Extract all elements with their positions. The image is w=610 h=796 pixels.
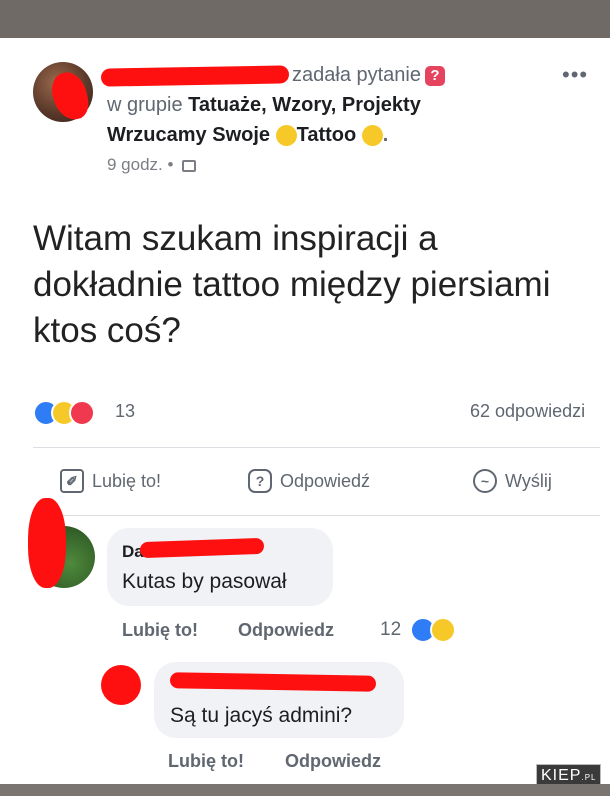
group-name-part-2: Wrzucamy Swoje <box>107 124 271 146</box>
answer-button[interactable]: ? Odpowiedź <box>248 469 370 493</box>
love-reaction-icon <box>69 400 95 426</box>
question-mark-icon: ? <box>424 65 445 86</box>
divider-bottom <box>33 515 600 516</box>
upside-down-face-emoji-icon <box>275 125 297 147</box>
divider-top <box>33 447 600 448</box>
watermark-suffix: .PL <box>581 773 597 782</box>
watermark-text: KIEP <box>541 767 582 784</box>
comment-text: Kutas by pasował <box>122 570 287 593</box>
top-status-bar <box>0 0 610 38</box>
reply-like-button[interactable]: Lubię to! <box>168 751 244 772</box>
send-button[interactable]: ~ Wyślij <box>473 469 552 493</box>
haha-reaction-icon <box>430 617 456 643</box>
comment-reply-button[interactable]: Odpowiedz <box>238 620 334 641</box>
action-text: zadała pytanie <box>292 64 421 86</box>
answers-count[interactable]: 62 odpowiedzi <box>470 401 585 422</box>
redaction-mark <box>48 68 92 124</box>
author-name-redaction <box>100 65 290 87</box>
author-avatar[interactable] <box>33 62 93 124</box>
group-line-2[interactable]: Wrzucamy Swoje Tattoo . <box>107 122 388 148</box>
reply-text: Są tu jacyś admini? <box>170 704 353 727</box>
group-prefix: w grupie <box>107 94 183 116</box>
reply-reply-button[interactable]: Odpowiedz <box>285 751 381 772</box>
group-name-part-1[interactable]: Tatuaże, Wzory, Projekty <box>188 94 421 116</box>
comment-like-button[interactable]: Lubię to! <box>122 620 198 641</box>
comment-reaction-count[interactable]: 12 <box>380 619 401 641</box>
like-label: Lubię to! <box>92 470 162 491</box>
post-meta: 9 godz. • <box>107 155 197 175</box>
group-icon <box>182 159 197 172</box>
question-bubble-icon: ? <box>248 469 272 493</box>
reply-avatar[interactable] <box>101 665 141 705</box>
avatar-redaction <box>28 498 66 588</box>
messenger-icon: ~ <box>473 469 497 493</box>
group-line-1: w grupie Tatuaże, Wzory, Projekty <box>107 92 421 118</box>
post-action-line: zadała pytanie? <box>292 62 445 88</box>
bottom-bar <box>0 784 610 796</box>
thumbs-up-icon: ✐ <box>60 469 84 493</box>
post-body: Witam szukam inspiracji a dokładnie tatt… <box>33 219 551 350</box>
answer-label: Odpowiedź <box>280 470 371 491</box>
more-options-button[interactable]: ••• <box>562 62 588 88</box>
smiley-emoji-icon <box>361 125 383 147</box>
group-name-part-3: Tattoo <box>296 124 357 146</box>
send-label: Wyślij <box>505 470 552 491</box>
meta-separator: • <box>167 155 174 174</box>
post-time[interactable]: 9 godz. <box>107 155 163 174</box>
reaction-count[interactable]: 13 <box>115 401 135 422</box>
like-button[interactable]: ✐ Lubię to! <box>60 469 161 493</box>
